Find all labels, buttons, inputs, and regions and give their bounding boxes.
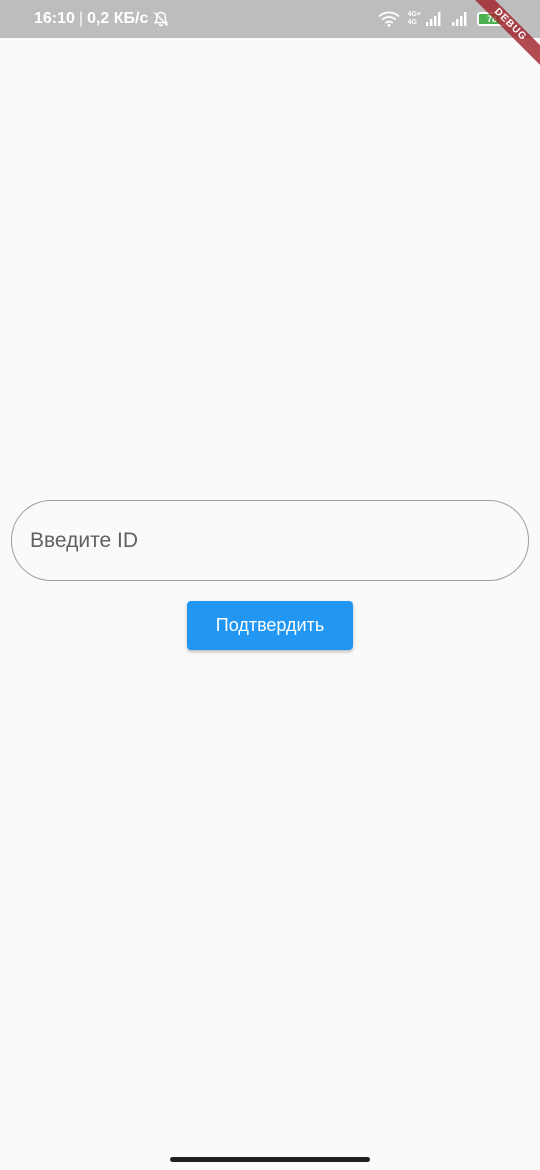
battery-icon: 78	[477, 12, 507, 26]
network-type-badge: 4G+ 4G	[408, 11, 421, 27]
status-right: 4G+ 4G 78	[377, 0, 510, 38]
network-type-top: 4G+	[407, 11, 421, 18]
status-separator: |	[78, 10, 84, 27]
signal-2-icon	[451, 12, 469, 26]
status-time: 16:10	[34, 10, 75, 27]
navigation-bar	[0, 1148, 540, 1170]
bell-off-icon	[152, 10, 170, 28]
confirm-button[interactable]: Подтвердить	[187, 601, 353, 650]
status-bar: 16:10 | 0,2 КБ/с 4G+ 4G 78	[0, 0, 540, 38]
id-input[interactable]	[28, 527, 528, 554]
home-indicator[interactable]	[170, 1157, 370, 1162]
signal-1-icon	[425, 12, 443, 26]
id-input-field[interactable]	[11, 500, 529, 581]
battery-percent: 78	[486, 14, 497, 24]
battery-cap	[508, 16, 510, 22]
status-net-speed: 0,2 КБ/с	[87, 10, 149, 27]
status-left: 16:10 | 0,2 КБ/с	[34, 0, 170, 38]
wifi-icon	[377, 11, 400, 27]
network-type-bottom: 4G	[407, 19, 417, 26]
